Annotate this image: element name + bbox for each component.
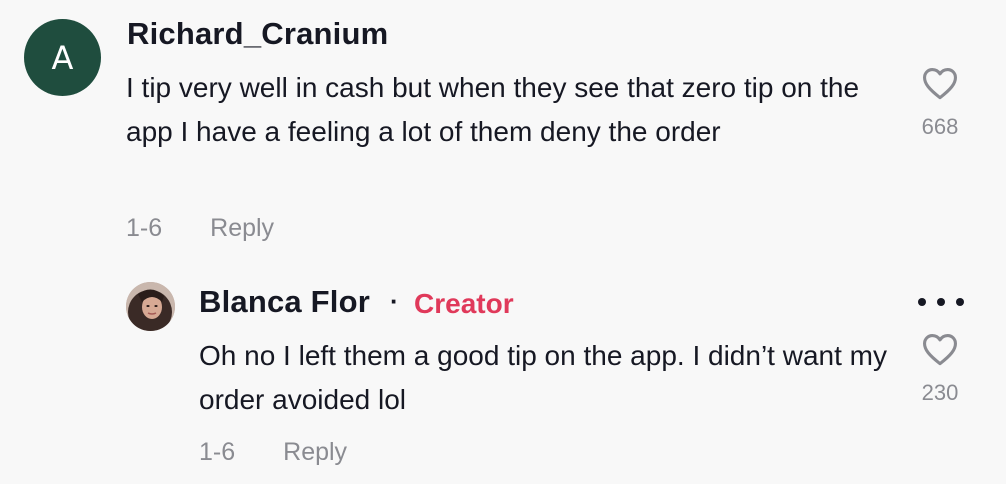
heart-outline-icon[interactable]: [921, 332, 959, 366]
reply-item: Blanca Flor · Creator Oh no I left them …: [0, 270, 1006, 484]
like-button[interactable]: 230: [910, 332, 970, 406]
avatar[interactable]: A: [24, 19, 101, 96]
avatar[interactable]: [126, 282, 175, 331]
comment-meta: 1-6 Reply: [126, 214, 274, 243]
avatar-photo-image: [126, 282, 175, 331]
comment-date: 1-6: [126, 214, 163, 242]
comment-text: I tip very well in cash but when they se…: [126, 72, 860, 147]
like-button[interactable]: 668: [910, 66, 970, 140]
heart-outline-icon[interactable]: [921, 66, 959, 100]
like-count: 668: [921, 114, 959, 139]
reply-text: Oh no I left them a good tip on the app.…: [199, 340, 887, 415]
reply-username[interactable]: Blanca Flor: [199, 284, 370, 320]
creator-badge: Creator: [414, 288, 514, 319]
reply-meta: 1-6 Reply: [199, 438, 347, 467]
more-dots-icon[interactable]: [918, 290, 964, 314]
reply-button[interactable]: Reply: [210, 214, 274, 243]
like-count: 230: [921, 380, 959, 405]
separator-dot: ·: [390, 286, 399, 316]
comment-item: A Richard_Cranium I tip very well in cas…: [0, 0, 1006, 260]
comment-username[interactable]: Richard_Cranium: [127, 16, 388, 52]
reply-button[interactable]: Reply: [283, 438, 347, 467]
reply-date: 1-6: [199, 438, 236, 466]
avatar-letter: A: [51, 38, 74, 77]
